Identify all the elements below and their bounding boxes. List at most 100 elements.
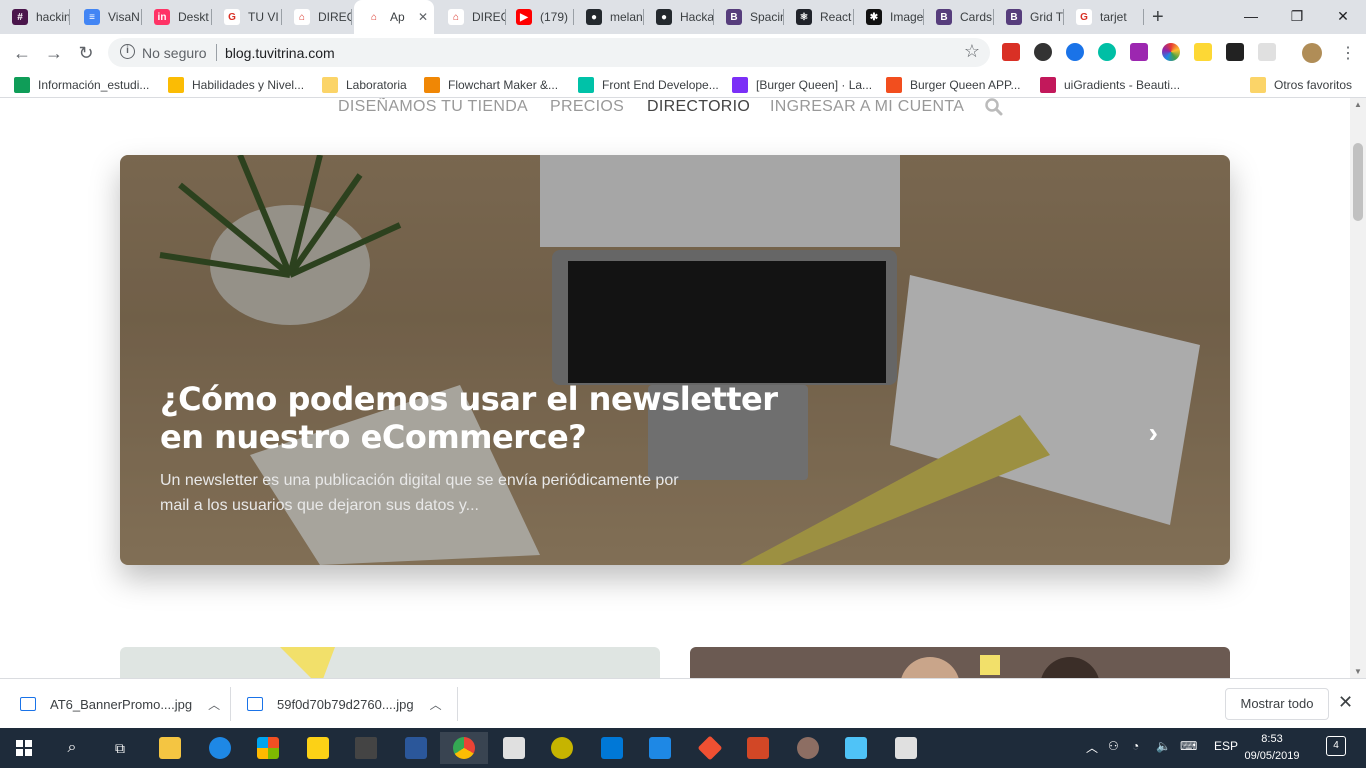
bookmark-item[interactable]: Habilidades y Nivel... — [168, 76, 304, 94]
hero-title[interactable]: ¿Cómo podemos usar el newsletter en nues… — [160, 380, 780, 456]
tab-11[interactable]: ⚛ React — [784, 0, 854, 34]
download-item[interactable]: AT6_BannerPromo....jpg ︿ — [20, 679, 220, 729]
notifications-icon[interactable]: 4 — [1326, 736, 1346, 756]
pdf-extension-icon[interactable] — [1002, 43, 1020, 61]
minimize-button[interactable]: — — [1228, 4, 1274, 28]
keyboard-icon[interactable]: ⌨ — [1180, 739, 1197, 753]
tab-favicon-icon: G — [224, 9, 240, 25]
nav-link[interactable]: INGRESAR A MI CUENTA — [770, 98, 964, 116]
article-card-thumbnail[interactable] — [690, 647, 1230, 678]
tab-3[interactable]: G TU VI — [212, 0, 282, 34]
feather-extension-icon[interactable] — [1130, 43, 1148, 61]
bookmark-item[interactable]: [Burger Queen] · La... — [732, 76, 872, 94]
show-all-downloads-button[interactable]: Mostrar todo — [1225, 688, 1329, 720]
bookmark-star-icon[interactable]: ☆ — [964, 41, 980, 62]
clock[interactable]: 8:53 09/05/2019 — [1240, 731, 1304, 765]
tab-9[interactable]: ● Hacka — [644, 0, 714, 34]
edge-app[interactable] — [196, 732, 244, 764]
sticky-notes-app[interactable] — [294, 732, 342, 764]
tab-14[interactable]: B Grid T — [994, 0, 1064, 34]
m-extension-icon[interactable] — [1098, 43, 1116, 61]
chat-app[interactable] — [538, 732, 586, 764]
bookmark-item[interactable]: Front End Develope... — [578, 76, 719, 94]
volume-icon[interactable]: 🔈 — [1156, 739, 1171, 753]
image-viewer-app-2[interactable] — [882, 732, 930, 764]
tab-6[interactable]: ⌂ DIREC — [436, 0, 506, 34]
nav-link[interactable]: PRECIOS — [550, 98, 624, 116]
people-icon[interactable]: ⚇ — [1108, 739, 1119, 753]
photos-app[interactable] — [588, 732, 636, 764]
page-scrollbar[interactable]: ▲ ▼ — [1350, 98, 1366, 678]
other-bookmarks[interactable]: Otros favoritos — [1250, 76, 1352, 94]
search-icon[interactable] — [985, 98, 1003, 116]
tab-separator — [69, 9, 70, 25]
tab-1[interactable]: ≡ VisaN — [72, 0, 142, 34]
tab-2[interactable]: in Deskt — [142, 0, 212, 34]
vscode-app[interactable] — [636, 732, 684, 764]
chevron-up-icon[interactable]: ︿ — [430, 696, 442, 713]
new-tab-button[interactable]: + — [1152, 6, 1164, 29]
window-close-button[interactable]: ✕ — [1320, 4, 1366, 28]
close-icon[interactable]: ✕ — [1338, 692, 1353, 713]
tray-chevron-icon[interactable]: ︿ — [1086, 739, 1098, 756]
wifi-icon[interactable]: ◔ — [1132, 739, 1139, 753]
start-button[interactable] — [0, 732, 48, 764]
menu-icon[interactable]: ⋮ — [1340, 43, 1356, 63]
note-extension-icon[interactable] — [1194, 43, 1212, 61]
hero-banner[interactable]: ¿Cómo podemos usar el newsletter en nues… — [120, 155, 1230, 565]
file-explorer-app[interactable] — [146, 732, 194, 764]
maximize-button[interactable]: ❐ — [1274, 4, 1320, 28]
scroll-down-icon[interactable]: ▼ — [1354, 667, 1362, 676]
store-app[interactable] — [244, 732, 292, 764]
info-icon[interactable]: i — [120, 44, 135, 59]
cemu-app[interactable] — [342, 732, 390, 764]
mail-app[interactable] — [490, 732, 538, 764]
bookmark-item[interactable]: uiGradients - Beauti... — [1040, 76, 1180, 94]
download-item[interactable]: 59f0d70b79d2760....jpg ︿ — [247, 679, 442, 729]
tab-8[interactable]: ● melan — [574, 0, 644, 34]
back-button[interactable]: ← — [10, 42, 34, 66]
task-view-button[interactable]: ⧉ — [96, 732, 144, 764]
language-indicator[interactable]: ESP — [1214, 739, 1238, 753]
profile-avatar[interactable] — [1302, 43, 1322, 63]
tab-title: VisaN — [108, 10, 140, 24]
color-extension-icon[interactable] — [1162, 43, 1180, 61]
bookmark-favicon-icon — [578, 77, 594, 93]
nav-link[interactable]: DIRECTORIO — [647, 98, 750, 116]
image-viewer-app[interactable] — [832, 732, 880, 764]
bookmark-item[interactable]: Información_estudi... — [14, 76, 149, 94]
tab-13[interactable]: B Cards — [924, 0, 994, 34]
reload-button[interactable]: ↻ — [74, 42, 98, 66]
chrome-app[interactable] — [440, 732, 488, 764]
paint-app[interactable] — [784, 732, 832, 764]
scroll-up-icon[interactable]: ▲ — [1354, 100, 1362, 109]
drop-extension-icon[interactable] — [1034, 43, 1052, 61]
powerpoint-app[interactable] — [734, 732, 782, 764]
tab-15[interactable]: Gtarjet — [1064, 0, 1144, 34]
bookmark-label: Información_estudi... — [38, 78, 150, 92]
scrollbar-thumb[interactable] — [1353, 143, 1363, 221]
tab-10[interactable]: B Spacin — [714, 0, 784, 34]
search-button[interactable]: ⌕ — [48, 732, 96, 764]
eye-extension-icon[interactable] — [1066, 43, 1084, 61]
url-text[interactable]: blog.tuvitrina.com — [225, 45, 335, 61]
bookmark-item[interactable]: Flowchart Maker &... — [424, 76, 558, 94]
chevron-up-icon[interactable]: ︿ — [208, 696, 220, 713]
bookmark-item[interactable]: Laboratoria — [322, 76, 407, 94]
word-app[interactable] — [392, 732, 440, 764]
article-card-thumbnail[interactable] — [120, 647, 660, 678]
bookmark-item[interactable]: Burger Queen APP... — [886, 76, 1021, 94]
address-bar[interactable]: i No seguro blog.tuvitrina.com ☆ — [108, 38, 990, 67]
tab-0[interactable]: # hackin — [0, 0, 70, 34]
carousel-next-icon[interactable]: › — [1149, 417, 1158, 449]
tab-4[interactable]: ⌂ DIREC — [282, 0, 352, 34]
git-app[interactable] — [686, 732, 734, 764]
tab-5[interactable]: ⌂ Ap ✕ — [354, 0, 434, 34]
tab-7[interactable]: ▶ (179) — [504, 0, 574, 34]
tab-close-icon[interactable]: ✕ — [418, 10, 428, 24]
nav-link[interactable]: DISEÑAMOS TU TIENDA — [338, 98, 528, 116]
tab-12[interactable]: ✱ Image — [854, 0, 924, 34]
forward-button[interactable]: → — [42, 42, 66, 66]
grid-extension-icon[interactable] — [1258, 43, 1276, 61]
cursor-extension-icon[interactable] — [1226, 43, 1244, 61]
